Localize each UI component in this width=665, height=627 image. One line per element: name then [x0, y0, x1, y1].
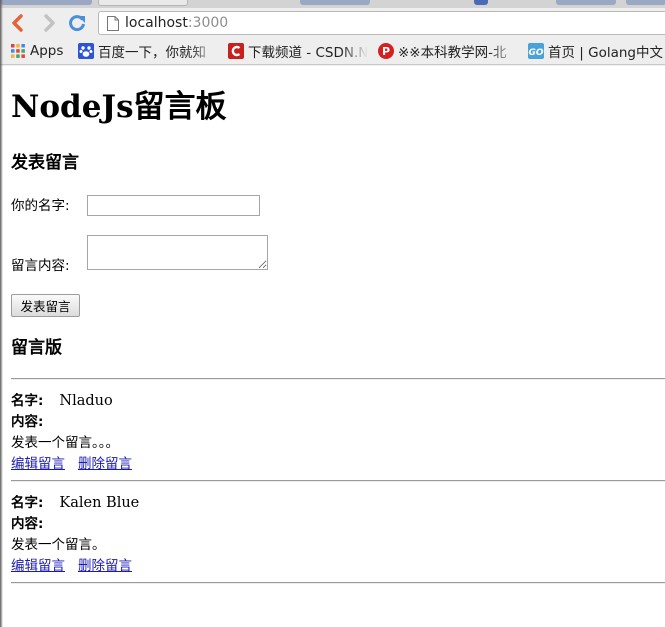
message-item: 名字: Nladuo 内容: 发表一个留言。。。 编辑留言 删除留言 — [11, 390, 651, 480]
bookmark-baidu[interactable]: 百度一下，你就知 — [78, 41, 218, 61]
bookmark-label: 百度一下，你就知 — [98, 45, 206, 61]
bookmark-label: Apps — [30, 43, 64, 59]
bookmarks-bar: Apps 百度一下，你就知 下载频道 - CSDN.N P ※※本科教学网-北 — [0, 38, 665, 65]
submit-message-button[interactable]: 发表留言 — [11, 294, 80, 317]
delete-message-link[interactable]: 删除留言 — [78, 456, 132, 472]
page-icon — [107, 16, 119, 31]
message-content: 发表一个留言。。。 — [11, 435, 119, 451]
content-textarea[interactable] — [87, 235, 268, 270]
tab[interactable] — [556, 0, 616, 5]
delete-message-link[interactable]: 删除留言 — [78, 558, 132, 574]
message-author: Kalen Blue — [59, 495, 140, 511]
message-body-row: 发表一个留言。。。 — [11, 432, 119, 452]
content-label: 留言内容: — [11, 258, 70, 274]
bookmark-jiaoxue[interactable]: P ※※本科教学网-北 — [378, 41, 518, 61]
bookmark-label: 首页 | Golang中文 — [548, 45, 664, 61]
url-text: localhost:3000 — [125, 14, 228, 32]
address-bar[interactable]: localhost:3000 — [98, 11, 665, 35]
divider — [11, 480, 665, 482]
edit-message-link[interactable]: 编辑留言 — [11, 558, 65, 574]
csdn-icon — [228, 43, 244, 59]
bookmark-label: 下载频道 - CSDN.N — [248, 45, 368, 61]
back-arrow-icon — [12, 14, 23, 32]
divider — [11, 582, 665, 584]
tab[interactable] — [474, 0, 488, 5]
page-title: NodeJs留言板 — [11, 89, 227, 125]
forward-button[interactable] — [38, 12, 60, 34]
toolbar: localhost:3000 — [0, 8, 665, 38]
apps-grid-icon — [11, 44, 25, 58]
svg-text:GO: GO — [528, 48, 543, 58]
tab[interactable] — [300, 0, 370, 5]
browser-chrome: localhost:3000 Apps 百度一下，你就知 下载频道 - CSDN… — [0, 0, 665, 66]
compose-heading: 发表留言 — [11, 153, 79, 173]
bookmark-golang[interactable]: GO 首页 | Golang中文 — [528, 41, 665, 61]
board-heading: 留言版 — [11, 338, 62, 358]
baidu-paw-icon — [78, 43, 94, 59]
tab-active[interactable] — [98, 0, 188, 6]
content-field-label: 内容: — [11, 516, 44, 532]
go-icon: GO — [528, 43, 544, 59]
back-button[interactable] — [7, 12, 29, 34]
svg-text:P: P — [382, 45, 390, 58]
edit-message-link[interactable]: 编辑留言 — [11, 456, 65, 472]
message-content-label-row: 内容: — [11, 411, 43, 431]
author-label: 名字: — [11, 393, 44, 409]
message-author-row: 名字: Kalen Blue — [11, 492, 139, 512]
message-actions: 编辑留言 删除留言 — [11, 555, 145, 575]
name-label: 你的名字: — [11, 198, 70, 214]
message-actions: 编辑留言 删除留言 — [11, 453, 145, 473]
bookmark-csdn[interactable]: 下载频道 - CSDN.N — [228, 41, 368, 61]
bookmark-apps[interactable]: Apps — [10, 41, 72, 61]
bookmark-label: ※※本科教学网-北 — [398, 45, 507, 61]
reload-icon — [69, 15, 85, 32]
tab-strip[interactable] — [0, 0, 665, 8]
forward-arrow-icon — [44, 14, 55, 32]
message-author: Nladuo — [59, 393, 113, 409]
message-item: 名字: Kalen Blue 内容: 发表一个留言。 编辑留言 删除留言 — [11, 492, 651, 582]
reload-button[interactable] — [66, 12, 88, 34]
url-port: :3000 — [187, 15, 229, 31]
content-field-label: 内容: — [11, 414, 44, 430]
name-input[interactable] — [87, 195, 260, 216]
url-host: localhost — [125, 15, 188, 31]
p-badge-icon: P — [378, 43, 394, 59]
message-author-row: 名字: Nladuo — [11, 390, 113, 410]
window-edge — [0, 0, 3, 627]
author-label: 名字: — [11, 495, 44, 511]
tab[interactable] — [0, 0, 92, 5]
message-body-row: 发表一个留言。 — [11, 534, 106, 554]
page-content: NodeJs留言板 发表留言 你的名字: 留言内容: 发表留言 留言版 名字: N… — [0, 66, 665, 627]
tab[interactable] — [626, 0, 665, 5]
divider — [11, 378, 665, 380]
message-content-label-row: 内容: — [11, 513, 43, 533]
message-content: 发表一个留言。 — [11, 537, 106, 553]
